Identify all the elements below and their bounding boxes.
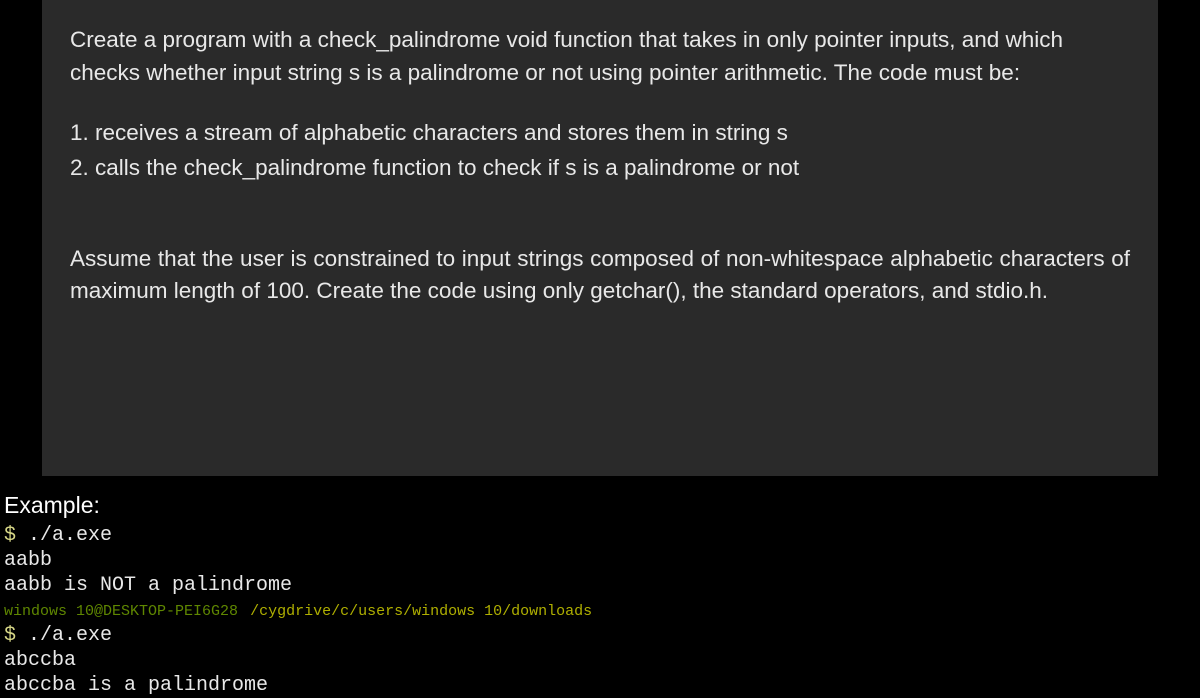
prompt-dollar: $ — [4, 524, 28, 547]
shell-user-host: windows 10@DESKTOP-PEI6G28 — [4, 603, 238, 620]
example-section: Example: $ ./a.exe aabb aabb is NOT a pa… — [4, 492, 592, 698]
run1-command: ./a.exe — [28, 524, 112, 547]
problem-statement: Create a program with a check_palindrome… — [42, 0, 1158, 476]
run1-result: aabb is NOT a palindrome — [4, 574, 292, 597]
prompt-dollar: $ — [4, 624, 28, 647]
requirement-1: 1. receives a stream of alphabetic chara… — [70, 117, 1130, 150]
assumptions: Assume that the user is constrained to i… — [70, 243, 1130, 308]
requirement-2: 2. calls the check_palindrome function t… — [70, 152, 1130, 185]
run2-command: ./a.exe — [28, 624, 112, 647]
run2-input-echo: abccba — [4, 649, 76, 672]
run2-result: abccba is a palindrome — [4, 674, 268, 697]
problem-intro: Create a program with a check_palindrome… — [70, 24, 1130, 89]
shell-cwd: /cygdrive/c/users/windows 10/downloads — [250, 603, 592, 620]
run1-input-echo: aabb — [4, 549, 52, 572]
requirements-list: 1. receives a stream of alphabetic chara… — [70, 117, 1130, 184]
terminal-output: $ ./a.exe aabb aabb is NOT a palindrome … — [4, 523, 592, 698]
example-label: Example: — [4, 492, 592, 519]
